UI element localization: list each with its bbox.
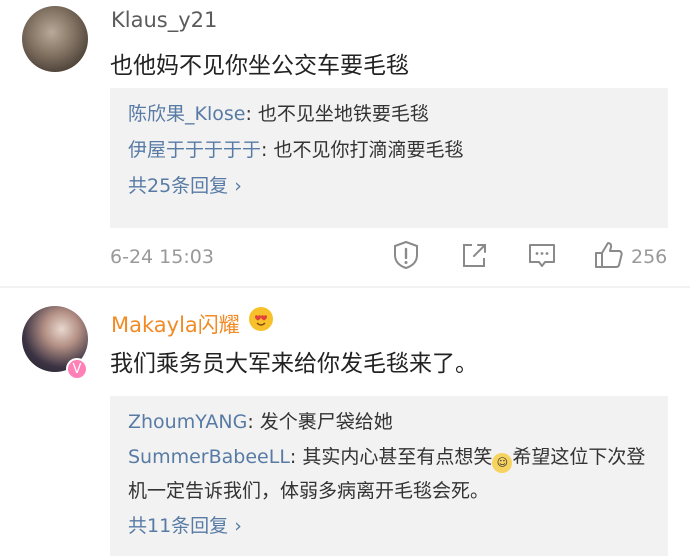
comment-content: 也他妈不见你坐公交车要毛毯 (110, 53, 409, 79)
reply-username[interactable]: SummerBabeeLL (128, 446, 290, 468)
timestamp: 6-24 15:03 (110, 246, 214, 268)
more-replies-label: 共25条回复 (128, 175, 229, 197)
comment-content: 我们乘务员大军来给你发毛毯来了。 (110, 351, 478, 377)
laugh-emoji-icon: ☺ (492, 453, 513, 473)
reply-box[interactable]: ZhoumYANG: 发个裹尸袋给她 SummerBabeeLL: 其实内心甚至… (110, 396, 668, 556)
share-icon[interactable] (460, 240, 488, 270)
avatar[interactable] (22, 6, 88, 72)
more-replies-link[interactable]: 共11条回复 › (128, 508, 650, 544)
reply-text: : 也不见坐地铁要毛毯 (245, 103, 429, 125)
chevron-right-icon: › (234, 515, 242, 537)
verified-badge-icon: V (66, 358, 88, 380)
more-replies-link[interactable]: 共25条回复 › (128, 168, 650, 204)
like-count: 256 (631, 246, 668, 268)
reply-text: : 也不见你打滴滴要毛毯 (261, 139, 464, 161)
fan-badge-icon (249, 307, 273, 331)
comment-icon[interactable] (527, 240, 557, 270)
reply-username[interactable]: 伊屋于于于于于 (128, 139, 261, 161)
reply-item: 陈欣果_Klose: 也不见坐地铁要毛毯 (128, 96, 650, 132)
report-icon[interactable] (392, 240, 420, 270)
comment-item: Klaus_y21 也他妈不见你坐公交车要毛毯 陈欣果_Klose: 也不见坐地… (0, 0, 690, 288)
reply-username[interactable]: ZhoumYANG (128, 411, 247, 433)
more-replies-label: 共11条回复 (128, 515, 229, 537)
comment-username[interactable]: Makayla闪耀 (111, 309, 240, 339)
reply-box[interactable]: 陈欣果_Klose: 也不见坐地铁要毛毯 伊屋于于于于于: 也不见你打滴滴要毛毯… (110, 88, 668, 228)
chevron-right-icon: › (234, 175, 242, 197)
reply-text: : 发个裹尸袋给她 (247, 411, 393, 433)
reply-item: SummerBabeeLL: 其实内心甚至有点想笑 ☺ 希望这位下次登机一定告诉我们… (128, 440, 650, 508)
like-icon[interactable] (593, 240, 625, 270)
reply-username[interactable]: 陈欣果_Klose (128, 103, 245, 125)
reply-item: 伊屋于于于于于: 也不见你打滴滴要毛毯 (128, 132, 650, 168)
reply-text: : 其实内心甚至有点想笑 (289, 446, 493, 468)
reply-item: ZhoumYANG: 发个裹尸袋给她 (128, 404, 650, 440)
comment-item: V Makayla闪耀 我们乘务员大军来给你发毛毯来了。 ZhoumYANG: … (0, 288, 690, 559)
comment-username[interactable]: Klaus_y21 (111, 8, 217, 32)
